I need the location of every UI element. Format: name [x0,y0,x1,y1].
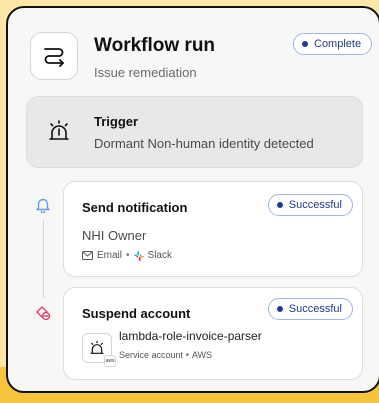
account-type: Service account [119,350,184,360]
timeline-connector [43,220,44,298]
alarm-icon [49,120,69,140]
channel-slack: Slack [147,250,172,261]
timeline-node-suspend [33,303,53,323]
workflow-run-card: Workflow run Issue remediation Complete … [6,6,379,393]
route-icon [44,48,64,67]
channel-email: Email [97,250,123,261]
status-badge-label: Successful [288,303,342,315]
trigger-description: Dormant Non-human identity detected [94,136,314,151]
trigger-panel[interactable]: Trigger Dormant Non-human identity detec… [26,96,363,168]
status-badge-label: Successful [288,199,342,211]
channel-separator: • [126,250,130,261]
status-badge-complete: Complete [293,33,373,55]
slack-icon [133,250,144,261]
page-title: Workflow run [94,35,216,56]
status-badge-label: Complete [314,38,362,50]
status-badge-successful: Successful [267,194,353,216]
status-dot-icon [302,41,308,47]
notification-recipient: NHI Owner [82,228,147,243]
status-dot-icon [276,306,283,312]
step-card-suspend-account[interactable]: Suspend account Successful aws lambda-ro… [63,287,363,380]
account-meta: Service account • AWS [119,350,212,361]
account-name: lambda-role-invoice-parser [119,329,262,343]
bell-icon [36,198,50,213]
account-provider: AWS [191,350,213,360]
mail-icon [82,251,93,260]
workflow-icon-box [30,32,78,80]
timeline-node-notification [33,195,53,215]
status-dot-icon [276,202,283,208]
alarm-icon [90,340,104,354]
status-badge-successful: Successful [267,298,353,320]
page-subtitle: Issue remediation [94,65,197,80]
aws-badge-icon: aws [104,355,116,367]
user-blocked-icon [36,306,51,321]
step-title: Suspend account [82,306,191,321]
account-icon-box: aws [82,333,116,367]
step-card-send-notification[interactable]: Send notification Successful NHI Owner E… [63,181,363,277]
trigger-label: Trigger [94,114,139,129]
step-title: Send notification [82,200,188,215]
notification-channels: Email • Slack [82,250,172,261]
